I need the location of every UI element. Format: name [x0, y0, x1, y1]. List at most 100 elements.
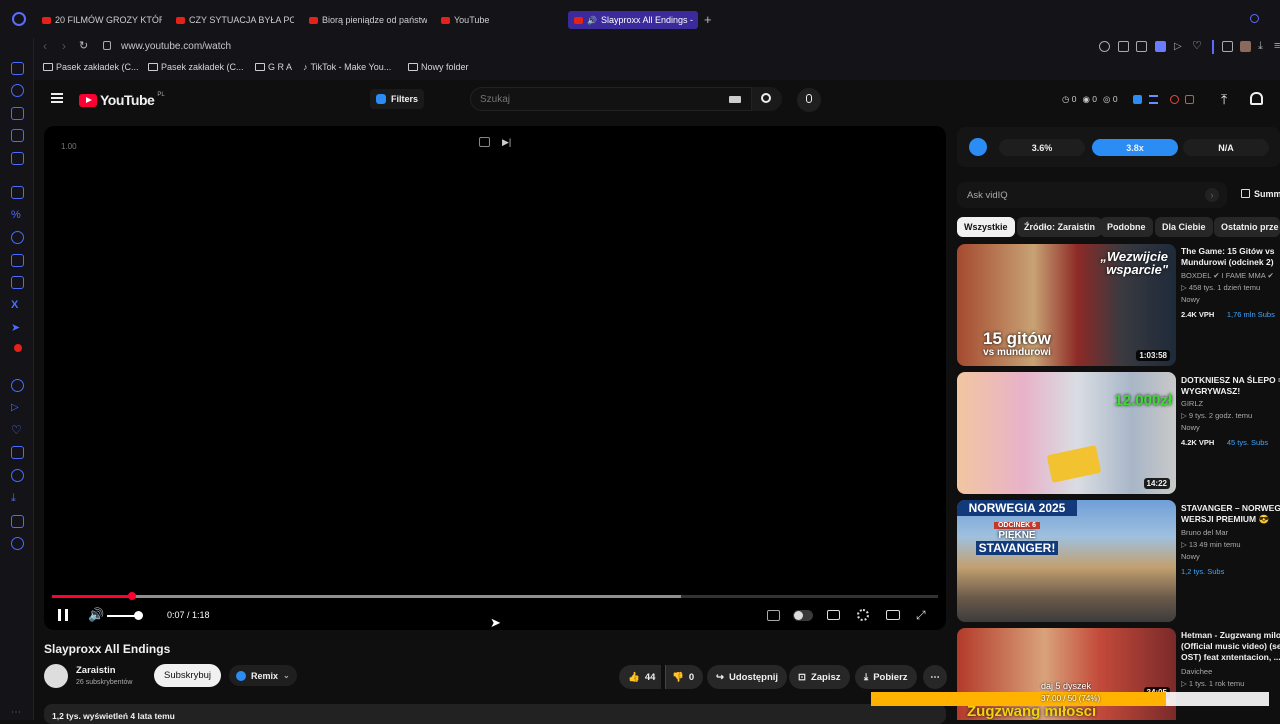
browser-logo-icon[interactable]	[12, 12, 26, 26]
forward-icon[interactable]: ›	[62, 39, 66, 53]
hamburger-menu-icon[interactable]	[51, 93, 63, 103]
video-channel[interactable]: GIRLZ	[1181, 399, 1280, 408]
upload-icon[interactable]: ⤒	[1221, 91, 1227, 108]
scrubber-handle[interactable]	[127, 592, 136, 600]
video-player[interactable]	[44, 126, 946, 630]
notifications-bell-icon[interactable]	[1250, 92, 1263, 105]
back-icon[interactable]: ‹	[43, 39, 47, 53]
tab-3[interactable]: Biorą pieniądze od państw	[309, 11, 427, 29]
tab-4[interactable]: YouTube	[441, 11, 521, 29]
video-channel[interactable]: BOXDEL ✔ I FAME MMA ✔	[1181, 271, 1280, 280]
video-thumbnail[interactable]: 12.000zł 14:22	[957, 372, 1176, 494]
twitch-icon[interactable]	[11, 186, 24, 199]
telegram-icon[interactable]: ➤	[11, 322, 24, 335]
tab-1[interactable]: 20 FILMÓW GROZY KTÓRE	[42, 11, 162, 29]
recommended-video[interactable]: „Wezwijcie wsparcie" 15 gitów vs mundurow…	[957, 244, 1280, 366]
subscribe-button[interactable]: Subskrybuj	[154, 664, 221, 687]
more-icon[interactable]: ⋯	[11, 706, 24, 719]
x-icon[interactable]: X	[11, 299, 24, 312]
chip-for-you[interactable]: Dla Ciebie	[1155, 217, 1213, 237]
chip-all[interactable]: Wszystkie	[957, 217, 1015, 237]
mail-icon[interactable]	[11, 152, 24, 165]
bookmark-item[interactable]: G R A	[255, 62, 292, 72]
recommended-video[interactable]: 12.000zł 14:22 DOTKNIESZ NA ŚLEPO = WYGRY…	[957, 372, 1280, 494]
vidiq-menu-icon[interactable]	[1149, 95, 1158, 104]
volume-slider[interactable]	[107, 611, 143, 620]
instagram-icon[interactable]	[11, 276, 24, 289]
video-thumbnail[interactable]: NORWEGIA 2025 ODCINEK 6 PIĘKNE STAVANGER…	[957, 500, 1176, 622]
summary-button[interactable]: Summ	[1241, 189, 1280, 199]
zoom-icon[interactable]	[1099, 41, 1110, 52]
subtitles-icon[interactable]	[827, 610, 840, 620]
clock-icon[interactable]	[11, 469, 24, 482]
autoplay-toggle[interactable]	[793, 610, 813, 621]
ask-vidiq-input[interactable]: Ask vidIQ ›	[957, 182, 1227, 208]
news-icon[interactable]	[11, 129, 24, 142]
heart-extension-icon[interactable]: ♡	[1192, 41, 1203, 52]
spotify-icon[interactable]	[11, 379, 24, 392]
tab-2[interactable]: CZY SYTUACJA BYŁA POD	[176, 11, 294, 29]
bookmark-item[interactable]: Nowy folder	[408, 62, 469, 72]
bookmark-item[interactable]: ♪ TikTok - Make You...	[303, 62, 391, 72]
reload-icon[interactable]: ↻	[79, 39, 88, 52]
messages-icon[interactable]	[11, 62, 24, 75]
volume-icon[interactable]: 🔊	[88, 607, 104, 623]
alert-icon[interactable]	[1185, 95, 1194, 104]
video-thumbnail[interactable]: „Wezwijcie wsparcie" 15 gitów vs mundurow…	[957, 244, 1176, 366]
share-button[interactable]: ↪ Udostępnij	[707, 665, 788, 689]
notifications-mute-icon[interactable]	[1170, 95, 1179, 104]
download-icon[interactable]: ⤓	[11, 492, 24, 505]
downloads-icon[interactable]: ⤓	[1258, 41, 1269, 52]
fullscreen-icon[interactable]: ⤢	[916, 608, 926, 623]
menu-icon[interactable]: ≡	[1274, 41, 1280, 52]
messenger-icon[interactable]	[11, 231, 24, 244]
voice-search-button[interactable]	[797, 88, 821, 112]
search-button[interactable]	[752, 87, 782, 111]
picture-in-picture-icon[interactable]	[479, 137, 490, 147]
bookmark-item[interactable]: Pasek zakładek (C...	[148, 62, 244, 72]
filters-button[interactable]: Filters	[370, 89, 425, 109]
extensions-icon[interactable]	[1222, 41, 1233, 52]
description-box[interactable]	[44, 704, 946, 724]
url-field[interactable]: www.youtube.com/watch	[121, 41, 231, 52]
screenshot-icon[interactable]	[1136, 41, 1147, 52]
video-channel[interactable]: Bruno del Mar	[1181, 528, 1280, 537]
tab-search-icon[interactable]	[1250, 14, 1259, 23]
vidiq-player-icon[interactable]	[767, 610, 780, 621]
play-extension-icon[interactable]: ▷	[1174, 41, 1185, 52]
vidiq-extension-icon[interactable]	[1133, 95, 1142, 104]
lock-icon[interactable]	[103, 41, 111, 50]
bookmark-item[interactable]: Pasek zakładek (C...	[43, 62, 139, 72]
shield-icon[interactable]	[1155, 41, 1166, 52]
audio-playing-icon[interactable]: 🔊	[587, 16, 597, 25]
video-channel[interactable]: Davichee	[1181, 667, 1280, 676]
history-icon[interactable]	[11, 84, 24, 97]
pause-button[interactable]	[58, 609, 68, 621]
cube-icon[interactable]	[11, 515, 24, 528]
tiktok-icon[interactable]	[14, 344, 22, 352]
like-button[interactable]: 👍 44	[619, 665, 662, 689]
chip-recent[interactable]: Ostatnio prze	[1214, 217, 1280, 237]
keyboard-icon[interactable]	[729, 96, 741, 103]
discord-icon[interactable]	[11, 254, 24, 267]
progress-bar[interactable]	[52, 592, 938, 600]
dislike-button[interactable]: 👎 0	[665, 665, 704, 689]
volume-handle[interactable]	[133, 611, 143, 620]
tabs-icon[interactable]	[11, 446, 24, 459]
next-icon[interactable]: ▶|	[502, 137, 511, 148]
search-input[interactable]	[480, 90, 720, 108]
send-arrow-icon[interactable]: ›	[1205, 188, 1219, 202]
channel-name[interactable]: Zaraistin	[76, 665, 116, 676]
new-tab-button[interactable]: +	[704, 12, 712, 27]
profile-icon[interactable]	[1240, 41, 1251, 52]
save-button[interactable]: ⊡ Zapisz	[789, 665, 850, 689]
chip-source[interactable]: Źródło: Zaraistin	[1017, 217, 1103, 237]
bookmark-icon[interactable]	[1118, 41, 1129, 52]
wallet-icon[interactable]	[11, 107, 24, 120]
heart-icon[interactable]: ♡	[11, 424, 24, 437]
tab-active[interactable]: 🔊 Slayproxx All Endings -	[568, 11, 698, 29]
remix-button[interactable]: Remix ⌄	[229, 665, 297, 686]
play-icon[interactable]: ▷	[11, 401, 24, 414]
youtube-logo[interactable]: YouTube PL	[79, 92, 165, 108]
settings-icon[interactable]	[11, 537, 24, 550]
